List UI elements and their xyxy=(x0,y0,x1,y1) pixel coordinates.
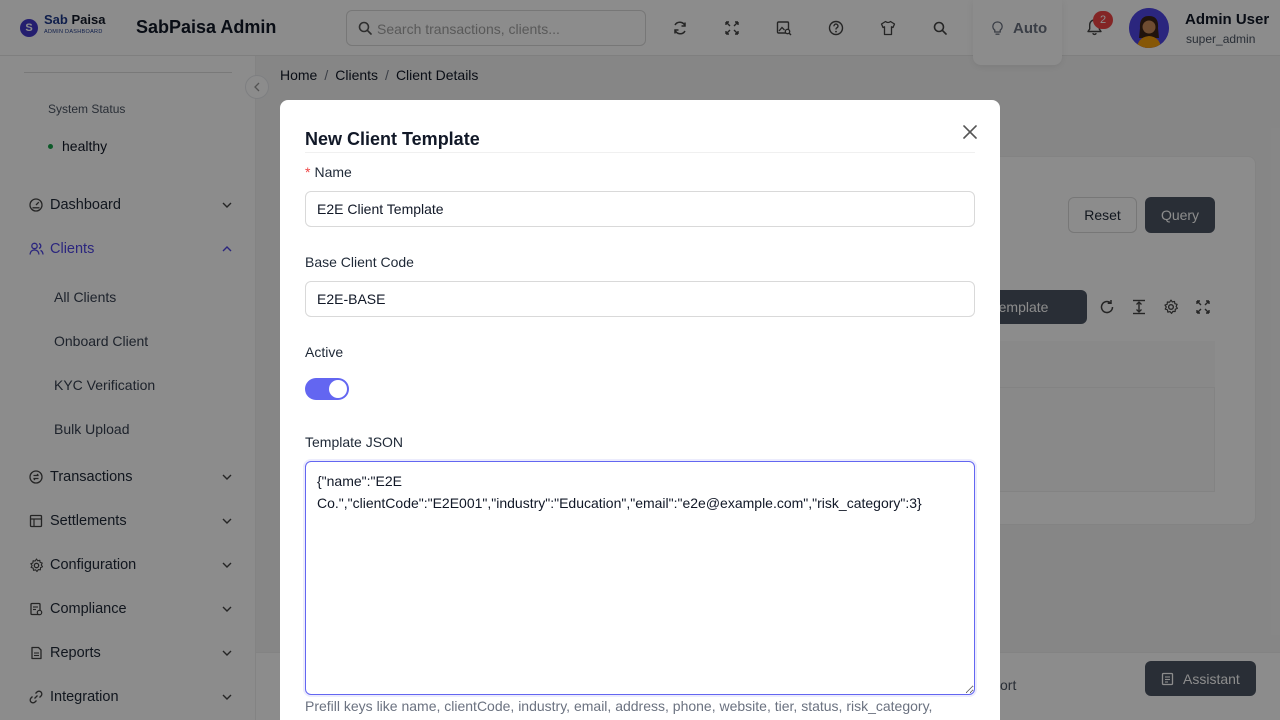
template-json-field[interactable]: {"name":"E2E Co.","clientCode":"E2E001",… xyxy=(305,461,975,695)
template-json-label: Template JSON xyxy=(305,434,404,450)
name-label: * Name xyxy=(305,164,352,180)
close-icon[interactable] xyxy=(960,122,980,142)
active-label: Active xyxy=(305,344,344,360)
active-toggle[interactable] xyxy=(305,378,349,400)
modal-divider xyxy=(305,152,975,153)
new-client-template-modal: New Client Template *Name Base Client Co… xyxy=(280,100,1000,720)
toggle-knob xyxy=(329,380,347,398)
name-field[interactable] xyxy=(305,191,975,227)
template-json-help: Prefill keys like name, clientCode, indu… xyxy=(305,698,933,714)
name-label-text: Name xyxy=(314,164,352,180)
base-client-code-field[interactable] xyxy=(305,281,975,317)
required-marker: * xyxy=(305,164,311,180)
base-client-code-label: Base Client Code xyxy=(305,254,414,270)
modal-title: New Client Template xyxy=(305,129,480,149)
